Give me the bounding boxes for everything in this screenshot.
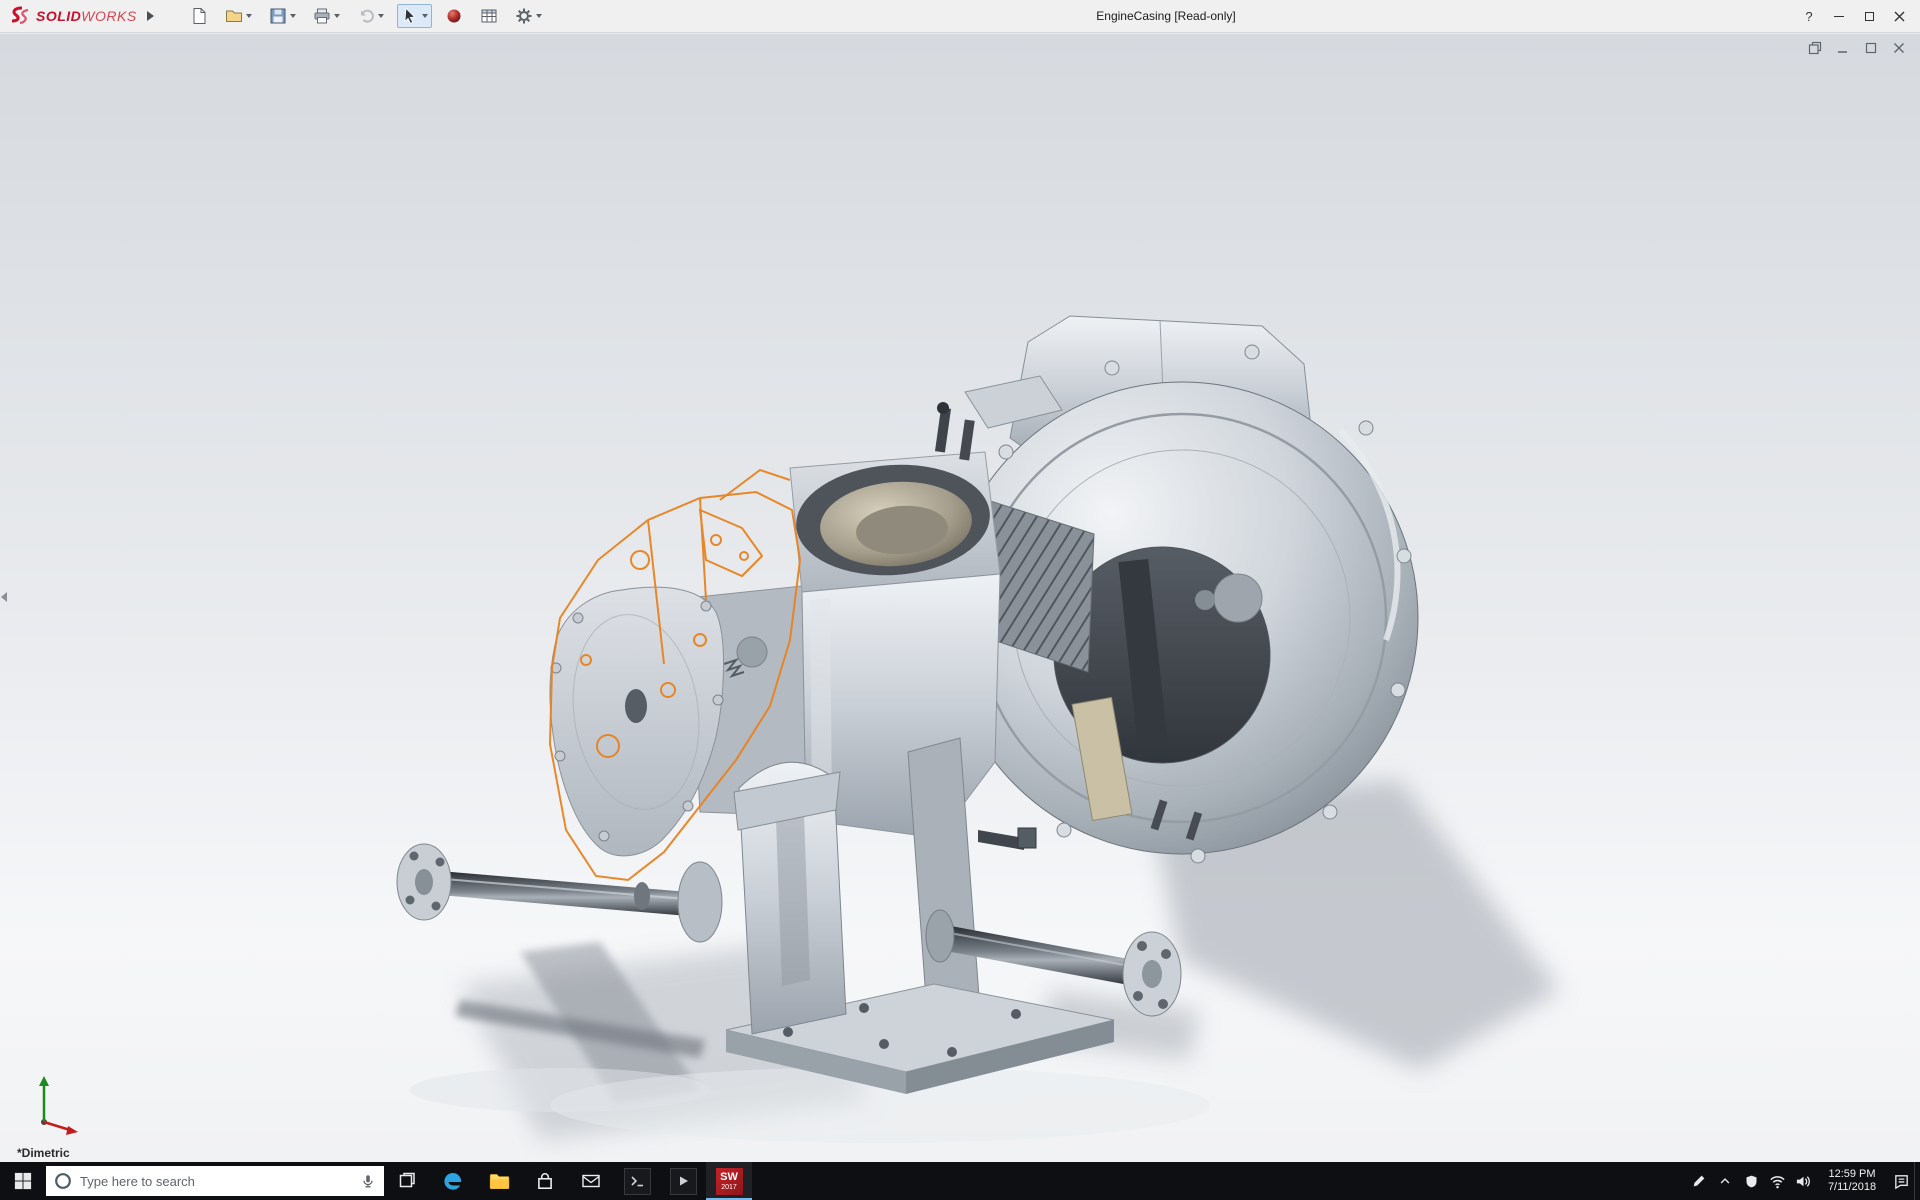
select-caret-icon[interactable]	[421, 14, 428, 18]
defender-shield-icon	[1746, 1175, 1756, 1187]
save-button[interactable]	[265, 4, 300, 28]
mail-icon	[582, 1174, 600, 1188]
solidworks-badge-year: 2017	[721, 1183, 737, 1191]
appearance-button[interactable]	[441, 4, 467, 28]
new-document-icon	[193, 8, 206, 24]
command-prompt-button[interactable]	[614, 1162, 660, 1200]
logo-text: SOLIDWORKS	[36, 8, 137, 24]
print-button[interactable]	[309, 4, 344, 28]
windows-logo-icon	[14, 1172, 32, 1190]
film-tv-icon	[669, 1167, 697, 1195]
solidworks-taskbar-button[interactable]: SW 2017	[706, 1162, 752, 1200]
menu-flyout-arrow-icon[interactable]	[146, 11, 154, 21]
side-cover-plate[interactable]	[549, 586, 725, 857]
minimize-button[interactable]	[1824, 3, 1854, 29]
select-cursor-icon	[404, 7, 415, 24]
command-prompt-icon	[623, 1167, 651, 1195]
solidworks-app-icon: SW 2017	[715, 1167, 743, 1195]
minimize-icon	[1834, 15, 1844, 17]
task-view-button[interactable]	[384, 1162, 430, 1200]
clock-time: 12:59 PM	[1828, 1168, 1876, 1180]
engine-casing-model[interactable]	[0, 0, 1920, 1200]
restore-icon	[1864, 11, 1874, 21]
file-explorer-icon	[489, 1174, 510, 1190]
solidworks-logo-icon	[11, 6, 29, 25]
solidworks-logo: SOLIDWORKS	[0, 6, 143, 26]
film-tv-button[interactable]	[660, 1162, 706, 1200]
window-controls: ?	[1794, 3, 1920, 29]
cortana-icon	[55, 1173, 71, 1189]
doc-restore-icon	[1865, 42, 1877, 54]
view-orientation-label: *Dimetric	[17, 1146, 70, 1160]
windows-taskbar: SW 2017	[0, 1162, 1920, 1200]
mail-button[interactable]	[568, 1162, 614, 1200]
print-caret-icon[interactable]	[333, 14, 340, 18]
open-button[interactable]	[221, 4, 256, 28]
solidworks-badge-text: SW	[720, 1170, 738, 1183]
doc-close-button[interactable]	[1890, 40, 1908, 56]
logo-text-works: WORKS	[81, 8, 137, 24]
store-icon	[538, 1173, 552, 1189]
action-center-icon	[1894, 1174, 1908, 1189]
tray-overflow-button[interactable]	[1712, 1162, 1738, 1200]
task-view-icon	[399, 1172, 415, 1188]
doc-close-icon	[1894, 43, 1904, 53]
open-caret-icon[interactable]	[245, 14, 252, 18]
file-explorer-button[interactable]	[476, 1162, 522, 1200]
open-folder-icon	[225, 10, 242, 22]
doc-cascade-button[interactable]	[1806, 40, 1824, 56]
start-button[interactable]	[0, 1162, 46, 1200]
doc-restore-button[interactable]	[1862, 40, 1880, 56]
doc-minimize-button[interactable]	[1834, 40, 1852, 56]
undo-button[interactable]	[353, 4, 388, 28]
design-table-icon	[481, 9, 497, 23]
orientation-triad[interactable]	[39, 1076, 78, 1135]
save-icon	[270, 8, 286, 24]
network-icon	[1769, 1175, 1785, 1188]
select-tool-button[interactable]	[396, 4, 432, 28]
chevron-up-icon	[1720, 1178, 1730, 1184]
system-tray: 12:59 PM 7/11/2018	[1686, 1162, 1920, 1200]
taskbar-search[interactable]	[46, 1166, 384, 1196]
restore-button[interactable]	[1854, 3, 1884, 29]
show-desktop-button[interactable]	[1914, 1162, 1920, 1200]
edge-browser-button[interactable]	[430, 1162, 476, 1200]
undo-caret-icon[interactable]	[377, 14, 384, 18]
volume-tray-button[interactable]	[1790, 1162, 1816, 1200]
featuremanager-collapse-button[interactable]	[1, 590, 9, 604]
close-icon	[1894, 11, 1904, 21]
close-button[interactable]	[1884, 3, 1914, 29]
search-input[interactable]	[80, 1173, 352, 1189]
document-window-controls	[1806, 40, 1908, 56]
options-gear-icon	[516, 8, 532, 24]
pen-icon	[1693, 1175, 1705, 1187]
volume-icon	[1796, 1175, 1810, 1187]
logo-text-solid: SOLID	[36, 8, 82, 24]
doc-minimize-icon	[1838, 51, 1847, 53]
chevron-left-icon	[1, 592, 7, 602]
undo-icon	[360, 9, 374, 23]
security-tray-button[interactable]	[1738, 1162, 1764, 1200]
options-caret-icon[interactable]	[535, 14, 542, 18]
save-caret-icon[interactable]	[289, 14, 296, 18]
print-icon	[314, 8, 330, 24]
pen-workspace-button[interactable]	[1686, 1162, 1712, 1200]
clock-date: 7/11/2018	[1827, 1181, 1877, 1193]
microphone-icon[interactable]	[360, 1173, 376, 1190]
help-button[interactable]: ?	[1794, 3, 1824, 29]
left-axle[interactable]	[396, 843, 723, 943]
options-button[interactable]	[511, 4, 546, 28]
action-center-button[interactable]	[1888, 1162, 1914, 1200]
app-title-bar: SOLIDWORKS EngineCasing [Read-only] ?	[0, 0, 1920, 33]
document-title: EngineCasing [Read-only]	[1096, 9, 1236, 23]
appearance-sphere-icon	[447, 9, 461, 23]
design-table-button[interactable]	[476, 4, 502, 28]
quick-access-toolbar	[186, 4, 546, 28]
edge-icon	[444, 1173, 462, 1190]
cascade-icon	[1808, 41, 1822, 55]
network-tray-button[interactable]	[1764, 1162, 1790, 1200]
store-button[interactable]	[522, 1162, 568, 1200]
taskbar-clock[interactable]: 12:59 PM 7/11/2018	[1820, 1168, 1884, 1194]
new-document-button[interactable]	[186, 4, 212, 28]
